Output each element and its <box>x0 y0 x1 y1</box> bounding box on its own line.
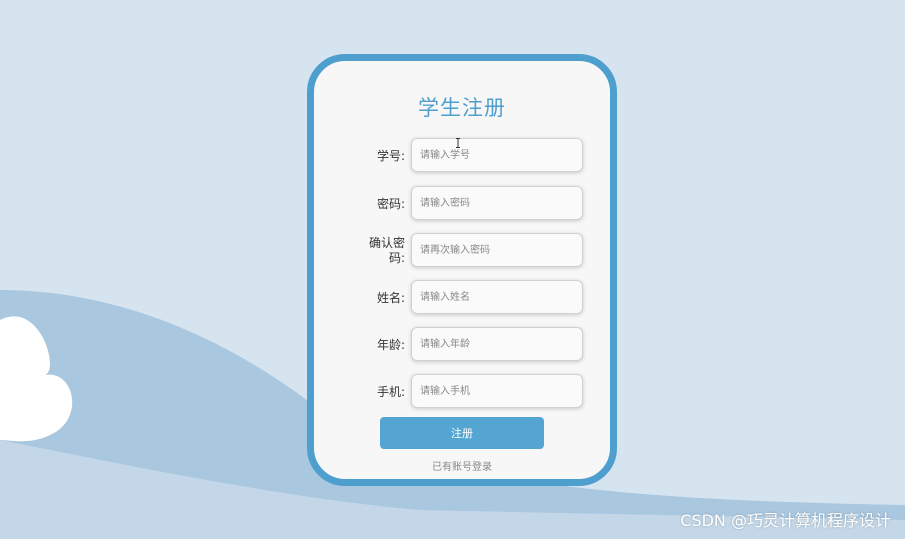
register-card: 学生注册 学号: 密码: 确认密码: 姓名: 年龄: 手机: 注册 已有账号登录 <box>307 54 617 486</box>
field-row-name: 姓名: <box>314 280 610 316</box>
confirm-password-input[interactable] <box>411 233 583 267</box>
age-input[interactable] <box>411 327 583 361</box>
text-cursor-icon <box>456 138 460 148</box>
phone-input[interactable] <box>411 374 583 408</box>
field-row-password: 密码: <box>314 186 610 222</box>
login-link[interactable]: 已有账号登录 <box>314 458 610 473</box>
name-label: 姓名: <box>376 290 405 305</box>
field-row-phone: 手机: <box>314 374 610 410</box>
page-title: 学生注册 <box>418 96 506 120</box>
password-label: 密码: <box>376 196 405 211</box>
register-button[interactable]: 注册 <box>380 417 544 449</box>
field-row-student-id: 学号: <box>314 138 610 174</box>
student-id-input[interactable] <box>411 138 583 172</box>
name-input[interactable] <box>411 280 583 314</box>
field-row-confirm-password: 确认密码: <box>314 233 610 269</box>
student-id-label: 学号: <box>376 148 405 163</box>
field-row-age: 年龄: <box>314 327 610 363</box>
age-label: 年龄: <box>376 337 405 352</box>
password-input[interactable] <box>411 186 583 220</box>
phone-label: 手机: <box>376 384 405 399</box>
watermark: CSDN @巧灵计算机程序设计 <box>680 511 891 530</box>
confirm-password-label: 确认密码: <box>368 236 405 265</box>
